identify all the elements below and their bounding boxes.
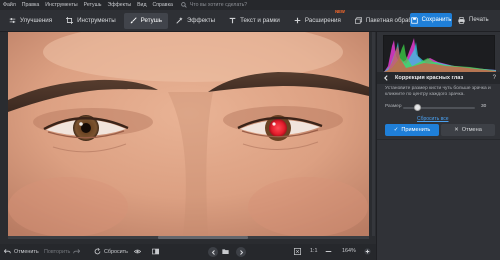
compare-toggle[interactable] [152, 248, 162, 255]
tab-label: Инструменты [77, 17, 116, 24]
scrollbar-thumb[interactable] [158, 236, 248, 239]
reset-button[interactable]: Сбросить [94, 248, 128, 255]
close-icon: ✕ [454, 127, 459, 133]
undo-icon [4, 249, 11, 254]
fit-screen-icon [294, 248, 301, 255]
tab-effects[interactable]: Эффекты [170, 13, 221, 29]
menu-effects[interactable]: Эффекты [108, 2, 132, 8]
menu-retouch[interactable]: Ретушь [84, 2, 102, 8]
chevron-right-icon [239, 249, 243, 255]
next-image-button[interactable] [236, 247, 246, 257]
menu-tools[interactable]: Инструменты [45, 2, 77, 8]
compare-icon [152, 248, 159, 255]
search-icon [181, 2, 187, 8]
tab-label: Эффекты [186, 17, 216, 24]
panel-title: Коррекция красных глаз [395, 75, 464, 81]
tab-enhancements[interactable]: Улучшения [3, 13, 58, 29]
apply-button[interactable]: ✓ Применить [385, 124, 439, 136]
face-photo [8, 32, 369, 236]
bottom-bar: Отменить Повторить Сбросить 1:1 164% [0, 244, 376, 260]
back-arrow-icon[interactable] [383, 75, 389, 81]
cancel-button[interactable]: ✕ Отмена [441, 124, 495, 136]
size-value: 30 [481, 104, 487, 109]
tab-label: Улучшения [20, 17, 53, 24]
redo-label: Повторить [44, 248, 71, 255]
previous-image-button[interactable] [208, 247, 218, 257]
folder-icon [222, 249, 229, 254]
reset-label: Сбросить [104, 248, 128, 255]
brush-size-slider[interactable] [403, 104, 475, 111]
menu-help[interactable]: Справка [152, 2, 172, 8]
tab-extensions[interactable]: Расширения NEW [288, 9, 347, 29]
menu-edit[interactable]: Правка [22, 2, 40, 8]
undo-label: Отменить [14, 248, 39, 255]
apply-label: Применить [401, 127, 431, 133]
save-label: Сохранить [421, 17, 452, 23]
plus-icon [364, 248, 371, 255]
zoom-in-button[interactable] [364, 248, 374, 255]
zoom-percent: 164% [342, 248, 356, 254]
crop-icon [66, 17, 74, 24]
print-label: Печать [469, 17, 489, 23]
undo-button[interactable]: Отменить [4, 248, 39, 255]
cancel-label: Отмена [461, 127, 482, 133]
reset-icon [94, 248, 101, 255]
help-icon[interactable]: ? [493, 75, 496, 81]
redo-icon [73, 249, 81, 254]
chevron-left-icon [211, 249, 215, 255]
image-canvas[interactable] [0, 32, 376, 244]
histogram-graph [384, 38, 496, 72]
divider [377, 139, 500, 140]
tab-text-frames[interactable]: Текст и рамки [223, 13, 286, 29]
zoom-ratio: 1:1 [310, 248, 318, 254]
photo-face-closeup[interactable] [8, 32, 369, 236]
reset-all-link[interactable]: Сбросить все [417, 116, 449, 122]
slider-knob[interactable] [414, 104, 421, 111]
new-badge: NEW [335, 8, 345, 14]
tab-retouch[interactable]: Ретушь [123, 12, 168, 29]
preview-toggle[interactable] [134, 248, 144, 255]
open-folder-button[interactable] [222, 248, 232, 255]
sliders-icon [9, 18, 16, 23]
print-button[interactable]: Печать [458, 13, 498, 27]
menu-bar: Файл Правка Инструменты Ретушь Эффекты В… [0, 0, 500, 10]
menu-view[interactable]: Вид [137, 2, 146, 8]
redo-button[interactable]: Повторить [44, 248, 81, 255]
tab-label: Расширения [304, 17, 341, 24]
zoom-level[interactable]: 164% [342, 248, 356, 254]
command-search[interactable]: Что вы хотите сделать? [181, 2, 247, 8]
tab-label: Текст и рамки [240, 17, 280, 24]
minus-icon [325, 251, 332, 252]
menu-file[interactable]: Файл [3, 2, 16, 8]
zoom-actual-size[interactable]: 1:1 [310, 248, 318, 254]
zoom-out-button[interactable] [325, 248, 335, 255]
save-icon [410, 16, 418, 24]
printer-icon [458, 16, 465, 24]
plus-icon [294, 17, 301, 24]
stack-images-icon [354, 17, 362, 24]
search-placeholder: Что вы хотите сделать? [189, 2, 248, 8]
text-icon [229, 17, 236, 24]
panel-header: Коррекция красных глаз ? [377, 72, 500, 84]
brush-icon [130, 17, 137, 24]
size-label: Размер [385, 104, 402, 109]
histogram [383, 35, 496, 72]
tab-label: Ретушь [140, 17, 162, 24]
settings-panel: Коррекция красных глаз ? Установите разм… [376, 32, 500, 260]
fit-to-screen-button[interactable] [294, 248, 304, 255]
vertical-scrollbar[interactable] [372, 32, 375, 236]
tab-tools[interactable]: Инструменты [60, 13, 122, 29]
save-button[interactable]: Сохранить [410, 13, 452, 27]
horizontal-scrollbar[interactable] [8, 236, 369, 239]
eye-icon [134, 249, 141, 254]
instructions-text: Установите размер кисти чуть больше зрач… [385, 86, 491, 98]
photo-editor-window: Файл Правка Инструменты Ретушь Эффекты В… [0, 0, 500, 260]
checkmark-icon: ✓ [393, 127, 399, 133]
magic-wand-icon [176, 17, 183, 24]
